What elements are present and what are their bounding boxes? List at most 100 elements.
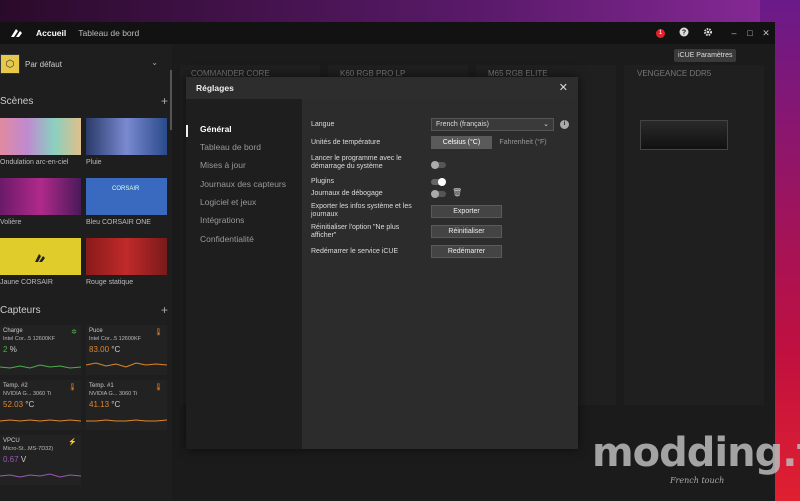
- corsair-sail-icon: [34, 250, 46, 268]
- modal-title: Réglages: [196, 83, 234, 93]
- desktop-wallpaper: [0, 0, 800, 22]
- tab-software-games[interactable]: Logiciel et jeux: [200, 197, 256, 207]
- temperature-units-label: Unités de température: [311, 139, 381, 146]
- sensor-name: Temp. #1: [89, 383, 114, 389]
- modal-header: Réglages ✕: [186, 77, 578, 99]
- notification-badge[interactable]: 1: [656, 28, 665, 38]
- sensor-value: 2 %: [3, 345, 17, 354]
- sensor-device: Intel Cor...5 12600KF: [89, 336, 141, 342]
- export-button[interactable]: Exporter: [431, 205, 502, 218]
- sensor-value: 83.00 °C: [89, 345, 121, 354]
- sensor-sparkline: [86, 419, 167, 422]
- add-scene-button[interactable]: +: [161, 94, 168, 108]
- sensor-card[interactable]: VPCU ⚡ Micro-St...MS-7D32) 0.67 V: [0, 435, 81, 485]
- scene-label: Ondulation arc-en-ciel: [0, 159, 69, 166]
- sidebar-scrollbar[interactable]: [170, 70, 172, 130]
- thermometer-icon: 🌡: [154, 329, 163, 336]
- sensor-card[interactable]: Temp. #2 🌡 NVIDIA G... 3060 Ti 52.03 °C: [0, 380, 81, 430]
- info-icon[interactable]: i: [560, 120, 569, 129]
- corsair-logo-icon: [10, 28, 24, 38]
- minimize-button[interactable]: –: [727, 28, 741, 38]
- chevron-down-icon: ⌄: [151, 58, 158, 67]
- corsair-one-logo: CORSAIR: [112, 186, 140, 192]
- sensor-value: 0.67 V: [3, 455, 27, 464]
- scene-thumbnail[interactable]: [0, 238, 81, 275]
- settings-modal: Réglages ✕ Général Tableau de bord Mises…: [186, 77, 578, 449]
- plugins-toggle[interactable]: [431, 178, 446, 186]
- sensor-card[interactable]: Temp. #1 🌡 NVIDIA G... 3060 Ti 41.13 °C: [86, 380, 167, 430]
- help-icon[interactable]: ?: [679, 27, 689, 39]
- titlebar: Accueil Tableau de bord 1 ? – □ ✕: [0, 22, 775, 44]
- scene-thumbnail[interactable]: [0, 178, 81, 215]
- sensor-value: 41.13 °C: [89, 400, 121, 409]
- scene-label: Bleu CORSAIR ONE: [86, 219, 151, 226]
- thermometer-icon: 🌡: [154, 384, 163, 391]
- cpu-load-icon: ✲: [71, 329, 77, 336]
- scene-thumbnail[interactable]: [86, 118, 167, 155]
- startup-label: Lancer le programme avec le démarrage du…: [311, 155, 402, 170]
- profile-hexagon-icon: ⬡: [0, 54, 20, 74]
- sensor-device: NVIDIA G... 3060 Ti: [89, 391, 137, 397]
- tab-privacy[interactable]: Confidentialité: [200, 234, 254, 244]
- ram-module-image: [640, 120, 728, 150]
- debug-logs-toggle[interactable]: [431, 190, 446, 198]
- sensor-sparkline: [0, 473, 81, 478]
- voltage-icon: ⚡: [68, 439, 77, 446]
- tab-sensor-logs[interactable]: Journaux des capteurs: [200, 179, 286, 189]
- scene-label: Pluie: [86, 159, 102, 166]
- tab-general[interactable]: Général: [200, 124, 232, 134]
- reset-label: Réinitialiser l'option "Ne plus afficher…: [311, 224, 400, 239]
- nav-tableau-de-bord[interactable]: Tableau de bord: [78, 28, 139, 38]
- tab-dashboard[interactable]: Tableau de bord: [200, 142, 261, 152]
- reset-button[interactable]: Réinitialiser: [431, 225, 502, 238]
- sensor-device: NVIDIA G... 3060 Ti: [3, 391, 51, 397]
- sensor-device: Intel Cor...5 12600KF: [3, 336, 55, 342]
- fahrenheit-option[interactable]: Fahrenheit (°F): [492, 136, 554, 149]
- startup-toggle[interactable]: [431, 161, 446, 169]
- language-select[interactable]: French (français) ⌄: [431, 118, 554, 131]
- sensors-title: Capteurs: [0, 305, 41, 316]
- plugins-label: Plugins: [311, 178, 334, 185]
- device-card[interactable]: [624, 65, 764, 405]
- celsius-option[interactable]: Celsius (°C): [431, 136, 492, 149]
- tab-integrations[interactable]: Intégrations: [200, 215, 244, 225]
- scene-thumbnail[interactable]: [86, 238, 167, 275]
- watermark-subtitle: French touch: [670, 476, 725, 485]
- profile-label: Par défaut: [25, 59, 62, 69]
- scene-thumbnail[interactable]: [0, 118, 81, 155]
- sensor-sparkline: [86, 362, 167, 368]
- restart-button[interactable]: Redémarrer: [431, 245, 502, 258]
- device-title: VENGEANCE DDR5: [637, 69, 712, 78]
- close-window-button[interactable]: ✕: [759, 28, 773, 39]
- trash-icon[interactable]: 🗑: [452, 188, 462, 197]
- sensor-card[interactable]: Puce 🌡 Intel Cor...5 12600KF 83.00 °C: [86, 325, 167, 375]
- sensor-name: VPCU: [3, 438, 20, 444]
- sensor-card[interactable]: Charge ✲ Intel Cor...5 12600KF 2 %: [0, 325, 81, 375]
- profile-selector[interactable]: ⬡ Par défaut ⌄: [0, 52, 172, 76]
- settings-tooltip: iCUE Paramètres: [674, 49, 737, 62]
- scene-thumbnail[interactable]: CORSAIR: [86, 178, 167, 215]
- maximize-button[interactable]: □: [743, 28, 757, 38]
- tab-updates[interactable]: Mises à jour: [200, 160, 246, 170]
- scene-label: Jaune CORSAIR: [0, 279, 53, 286]
- thermometer-icon: 🌡: [68, 384, 77, 391]
- nav-accueil[interactable]: Accueil: [36, 28, 66, 38]
- scenes-title: Scènes: [0, 96, 34, 107]
- restart-label: Redémarrer le service iCUE: [311, 248, 399, 255]
- language-value: French (français): [436, 121, 489, 128]
- active-indicator: [186, 125, 188, 137]
- sensor-name: Charge: [3, 328, 23, 334]
- debug-logs-label: Journaux de débogage: [311, 190, 383, 197]
- settings-nav: Général Tableau de bord Mises à jour Jou…: [186, 99, 302, 449]
- sensor-name: Temp. #2: [3, 383, 28, 389]
- watermark-logo: modding.fr: [592, 430, 800, 476]
- sidebar: ⬡ Par défaut ⌄ Scènes + Ondulation arc-e…: [0, 44, 172, 501]
- svg-text:?: ?: [682, 30, 686, 37]
- add-sensor-button[interactable]: +: [161, 303, 168, 317]
- sensor-device: Micro-St...MS-7D32): [3, 446, 54, 452]
- settings-gear-icon[interactable]: [703, 27, 713, 39]
- export-label: Exporter les infos système et les journa…: [311, 203, 412, 218]
- chevron-down-icon: ⌄: [543, 121, 549, 128]
- close-icon[interactable]: ✕: [559, 81, 568, 94]
- scene-label: Volière: [0, 219, 22, 226]
